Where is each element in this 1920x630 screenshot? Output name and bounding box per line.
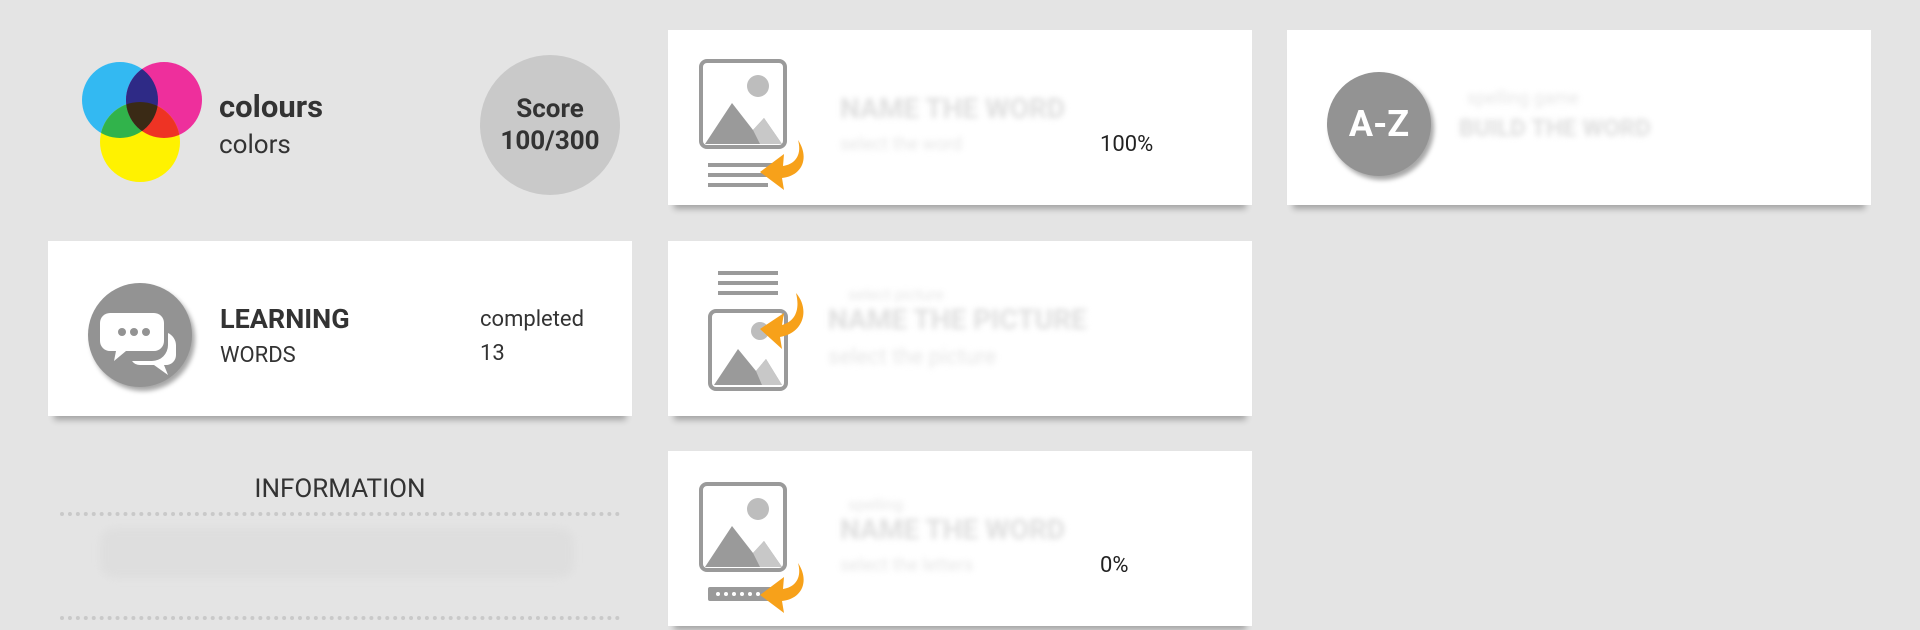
divider-bottom: [60, 616, 620, 620]
picture-to-word-icon: [699, 59, 804, 190]
speech-bubbles-icon: [88, 283, 192, 387]
colours-venn-logo: [82, 62, 202, 182]
az-icon: A-Z: [1327, 72, 1431, 176]
game-card-alphabet[interactable]: A-Z spelling game BUILD THE WORD: [1287, 30, 1871, 205]
learning-words-card[interactable]: LEARNING WORDS completed 13: [48, 241, 632, 416]
game-percent: 100%: [1100, 132, 1154, 157]
topic-title: colours: [219, 88, 323, 125]
topic-subtitle: colors: [219, 130, 291, 160]
game-card-picture-to-word[interactable]: NAME THE WORD select the word 100%: [668, 30, 1252, 205]
game-percent: 0%: [1100, 553, 1129, 578]
score-badge: Score 100/300: [480, 55, 620, 195]
picture-to-spelling-icon: [699, 482, 804, 613]
game-card-word-to-picture[interactable]: select picture NAME THE PICTURE select t…: [668, 241, 1252, 416]
information-heading: INFORMATION: [254, 474, 426, 504]
learning-count: 13: [480, 341, 505, 366]
divider-top: [60, 512, 620, 516]
word-to-picture-icon: [708, 271, 804, 391]
learning-subtitle: WORDS: [220, 343, 296, 368]
learning-status-label: completed: [480, 307, 584, 332]
score-value: 100/300: [500, 126, 600, 156]
score-label: Score: [516, 94, 584, 124]
information-placeholder: [100, 528, 574, 578]
game-card-picture-to-spelling[interactable]: spelling NAME THE WORD select the letter…: [668, 451, 1252, 626]
learning-title: LEARNING: [220, 303, 350, 335]
